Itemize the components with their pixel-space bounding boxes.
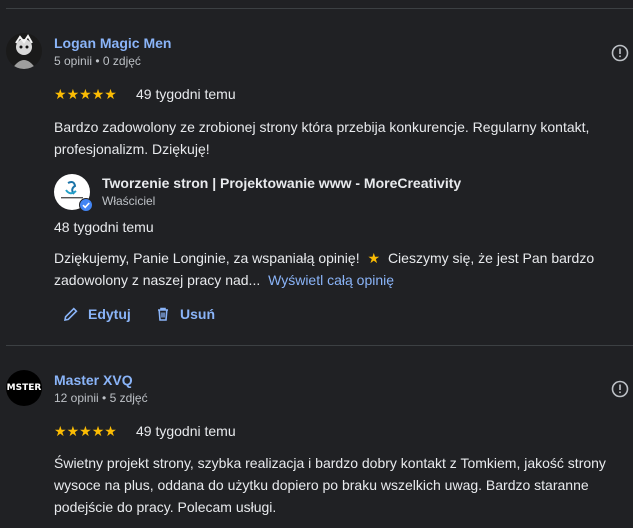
star-icon: ★: [54, 86, 67, 102]
star-emoji-icon: ★: [367, 250, 381, 266]
review-text-line: profesjonalizm. Dziękuję!: [54, 141, 210, 157]
star-icon: ★: [91, 86, 105, 102]
reviewer-meta: 12 opinii • 5 zdjęć: [54, 391, 148, 405]
reply-text-part: Cieszymy się, że jest Pan bardzo: [387, 250, 595, 266]
review-time: 49 tygodni temu: [136, 86, 236, 102]
avatar-text: MSTER: [6, 383, 42, 393]
verified-icon: [79, 198, 93, 212]
review-text-line: podejście do pracy. Polecam usługi.: [54, 499, 277, 515]
star-icon: ★: [104, 423, 117, 439]
delete-label: Usuń: [180, 306, 215, 322]
star-rating: ★ ★ ★ ★ ★: [54, 87, 117, 101]
edit-label: Edytuj: [88, 306, 131, 322]
reviewer-name[interactable]: Logan Magic Men: [54, 35, 171, 51]
divider-top: [6, 8, 633, 9]
star-icon: ★: [79, 423, 92, 439]
avatar[interactable]: [6, 33, 42, 69]
reply-time: 48 tygodni temu: [54, 219, 154, 235]
trash-icon: [158, 307, 168, 321]
reply-text: Dziękujemy, Panie Longinie, za wspaniałą…: [54, 247, 614, 291]
star-icon: ★: [66, 86, 80, 102]
review-text: Bardzo zadowolony ze zrobionej strony kt…: [54, 116, 614, 160]
pencil-icon: [63, 307, 78, 322]
star-icon: ★: [79, 86, 92, 102]
divider-middle: [6, 345, 633, 346]
star-icon: ★: [66, 423, 80, 439]
reviewer-name[interactable]: Master XVQ: [54, 372, 133, 388]
reviewer-meta: 5 opinii • 0 zdjęć: [54, 54, 141, 68]
show-full-reply-link[interactable]: Wyświetl całą opinię: [268, 272, 394, 288]
star-icon: ★: [91, 423, 105, 439]
review-text-line: Świetny projekt strony, szybka realizacj…: [54, 455, 606, 471]
star-icon: ★: [54, 423, 67, 439]
review-text-line: Bardzo zadowolony ze zrobionej strony kt…: [54, 119, 590, 135]
reply-text-part: zadowolony z naszej pracy nad...: [54, 272, 261, 288]
info-icon[interactable]: [611, 44, 629, 62]
review-text-line: wysoce na plus, oddana do użytku dopiero…: [54, 477, 589, 493]
star-icon: ★: [104, 86, 117, 102]
reply-text-line: Dziękujemy, Panie Longinie, za wspaniałą…: [54, 247, 614, 269]
review-text: Świetny projekt strony, szybka realizacj…: [54, 452, 614, 518]
reply-text-part: Dziękujemy, Panie Longinie, za wspaniałą…: [54, 250, 360, 266]
owner-name: Tworzenie stron | Projektowanie www - Mo…: [102, 175, 462, 191]
avatar[interactable]: MSTER: [6, 370, 42, 406]
star-rating: ★ ★ ★ ★ ★: [54, 424, 117, 438]
delete-button[interactable]: Usuń: [154, 305, 215, 323]
owner-role: Właściciel: [102, 194, 156, 208]
edit-button[interactable]: Edytuj: [62, 305, 131, 323]
reply-text-line: zadowolony z naszej pracy nad... Wyświet…: [54, 269, 614, 291]
review-time: 49 tygodni temu: [136, 423, 236, 439]
info-icon[interactable]: [611, 380, 629, 398]
owner-logo: [54, 174, 93, 212]
